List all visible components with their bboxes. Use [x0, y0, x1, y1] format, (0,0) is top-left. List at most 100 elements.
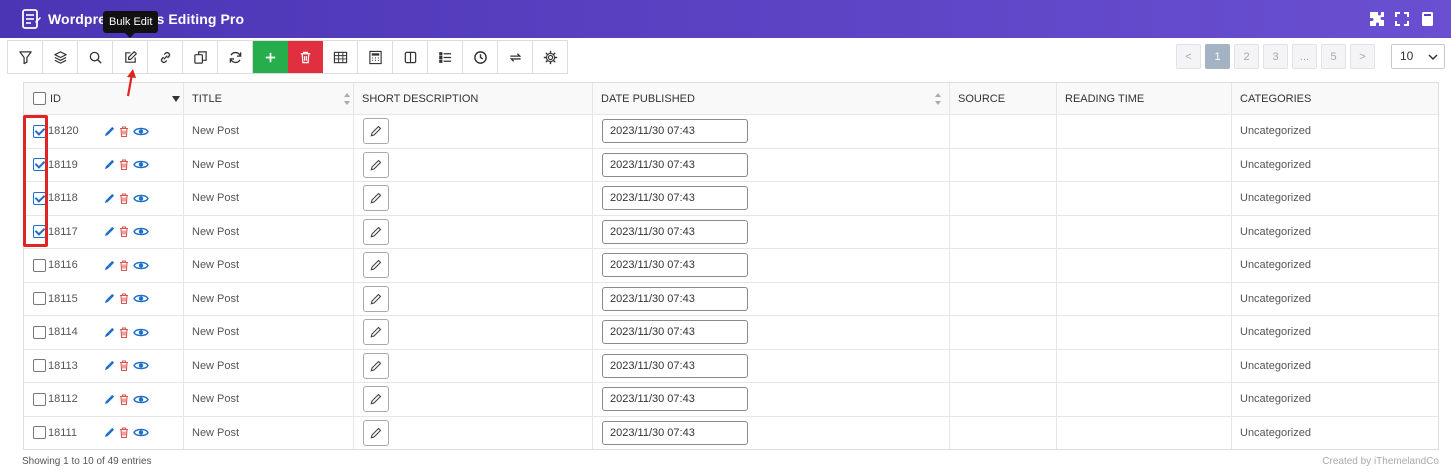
- source-cell[interactable]: [949, 148, 1056, 181]
- calculator-button[interactable]: [358, 41, 393, 73]
- row-checkbox[interactable]: [33, 292, 46, 306]
- categories-cell[interactable]: Uncategorized: [1231, 148, 1438, 181]
- short-description-edit-button[interactable]: [363, 319, 389, 346]
- sync-button[interactable]: [498, 41, 533, 73]
- settings-button[interactable]: [533, 41, 568, 73]
- layers-button[interactable]: [43, 41, 78, 73]
- source-cell[interactable]: [949, 215, 1056, 248]
- reading-time-cell[interactable]: [1056, 416, 1231, 449]
- edit-pencil-icon[interactable]: [104, 126, 115, 137]
- title-cell[interactable]: New Post: [183, 416, 353, 449]
- table-button[interactable]: [323, 41, 358, 73]
- short-description-edit-button[interactable]: [363, 285, 389, 312]
- trash-icon[interactable]: [119, 260, 129, 271]
- trash-icon[interactable]: [119, 360, 129, 372]
- date-published-input[interactable]: 2023/11/30 07:43: [602, 420, 748, 445]
- column-categories[interactable]: CATEGORIES: [1231, 83, 1438, 114]
- title-cell[interactable]: New Post: [183, 215, 353, 248]
- list-button[interactable]: [428, 41, 463, 73]
- row-checkbox[interactable]: [33, 392, 46, 406]
- eye-icon[interactable]: [133, 126, 149, 137]
- date-published-input[interactable]: 2023/11/30 07:43: [602, 253, 748, 278]
- eye-icon[interactable]: [133, 226, 149, 237]
- select-all-checkbox[interactable]: [33, 92, 46, 105]
- date-published-input[interactable]: 2023/11/30 07:43: [602, 387, 748, 412]
- categories-cell[interactable]: Uncategorized: [1231, 316, 1438, 349]
- row-checkbox[interactable]: [33, 258, 46, 272]
- categories-cell[interactable]: Uncategorized: [1231, 249, 1438, 282]
- edit-pencil-icon[interactable]: [104, 193, 115, 204]
- history-button[interactable]: [463, 41, 498, 73]
- short-description-edit-button[interactable]: [363, 218, 389, 245]
- source-cell[interactable]: [949, 383, 1056, 416]
- categories-cell[interactable]: Uncategorized: [1231, 416, 1438, 449]
- fullscreen-icon[interactable]: [1394, 11, 1410, 27]
- eye-icon[interactable]: [133, 159, 149, 170]
- short-description-edit-button[interactable]: [363, 118, 389, 145]
- categories-cell[interactable]: Uncategorized: [1231, 383, 1438, 416]
- categories-cell[interactable]: Uncategorized: [1231, 215, 1438, 248]
- title-cell[interactable]: New Post: [183, 316, 353, 349]
- date-published-input[interactable]: 2023/11/30 07:43: [602, 286, 748, 311]
- date-published-input[interactable]: 2023/11/30 07:43: [602, 320, 748, 345]
- add-button[interactable]: [253, 41, 288, 73]
- short-description-edit-button[interactable]: [363, 419, 389, 446]
- per-page-select[interactable]: 10: [1391, 44, 1445, 69]
- source-cell[interactable]: [949, 416, 1056, 449]
- reading-time-cell[interactable]: [1056, 383, 1231, 416]
- sort-desc-icon[interactable]: [172, 95, 180, 102]
- eye-icon[interactable]: [133, 327, 149, 338]
- short-description-edit-button[interactable]: [363, 185, 389, 212]
- next-page-button[interactable]: >: [1350, 44, 1375, 69]
- puzzle-icon[interactable]: [1369, 11, 1385, 27]
- eye-icon[interactable]: [133, 394, 149, 405]
- date-published-input[interactable]: 2023/11/30 07:43: [602, 152, 748, 177]
- categories-cell[interactable]: Uncategorized: [1231, 182, 1438, 215]
- title-cell[interactable]: New Post: [183, 383, 353, 416]
- date-published-input[interactable]: 2023/11/30 07:43: [602, 119, 748, 144]
- trash-icon[interactable]: [119, 427, 129, 439]
- reading-time-cell[interactable]: [1056, 182, 1231, 215]
- page-button-2[interactable]: 2: [1234, 44, 1259, 69]
- categories-cell[interactable]: Uncategorized: [1231, 282, 1438, 315]
- eye-icon[interactable]: [133, 427, 149, 438]
- reading-time-cell[interactable]: [1056, 148, 1231, 181]
- reading-time-cell[interactable]: [1056, 349, 1231, 382]
- short-description-edit-button[interactable]: [363, 252, 389, 279]
- eye-icon[interactable]: [133, 193, 149, 204]
- date-published-input[interactable]: 2023/11/30 07:43: [602, 219, 748, 244]
- date-published-input[interactable]: 2023/11/30 07:43: [602, 186, 748, 211]
- columns-button[interactable]: [393, 41, 428, 73]
- trash-icon[interactable]: [119, 226, 129, 238]
- source-cell[interactable]: [949, 349, 1056, 382]
- trash-icon[interactable]: [119, 327, 129, 338]
- title-cell[interactable]: New Post: [183, 182, 353, 215]
- edit-pencil-icon[interactable]: [104, 360, 115, 371]
- prev-page-button[interactable]: <: [1176, 44, 1201, 69]
- title-cell[interactable]: New Post: [183, 148, 353, 181]
- page-button-1[interactable]: 1: [1205, 44, 1230, 69]
- trash-icon[interactable]: [119, 293, 129, 305]
- column-short-description[interactable]: SHORT DESCRIPTION: [344, 83, 592, 114]
- short-description-edit-button[interactable]: [363, 151, 389, 178]
- row-checkbox[interactable]: [33, 426, 46, 440]
- trash-icon[interactable]: [119, 126, 129, 137]
- edit-pencil-icon[interactable]: [104, 159, 115, 170]
- trash-icon[interactable]: [119, 193, 129, 204]
- short-description-edit-button[interactable]: [363, 352, 389, 379]
- search-button[interactable]: [78, 41, 113, 73]
- column-id[interactable]: ID: [24, 83, 183, 114]
- title-cell[interactable]: New Post: [183, 282, 353, 315]
- edit-pencil-icon[interactable]: [104, 293, 115, 304]
- source-cell[interactable]: [949, 282, 1056, 315]
- reading-time-cell[interactable]: [1056, 316, 1231, 349]
- reading-time-cell[interactable]: [1056, 215, 1231, 248]
- sort-icon[interactable]: [344, 92, 350, 105]
- categories-cell[interactable]: Uncategorized: [1231, 349, 1438, 382]
- column-date-published[interactable]: DATE PUBLISHED: [592, 83, 949, 114]
- page-button-5[interactable]: 5: [1321, 44, 1346, 69]
- sort-icon[interactable]: [935, 92, 941, 105]
- date-published-input[interactable]: 2023/11/30 07:43: [602, 353, 748, 378]
- refresh-button[interactable]: [218, 41, 253, 73]
- categories-cell[interactable]: Uncategorized: [1231, 115, 1438, 148]
